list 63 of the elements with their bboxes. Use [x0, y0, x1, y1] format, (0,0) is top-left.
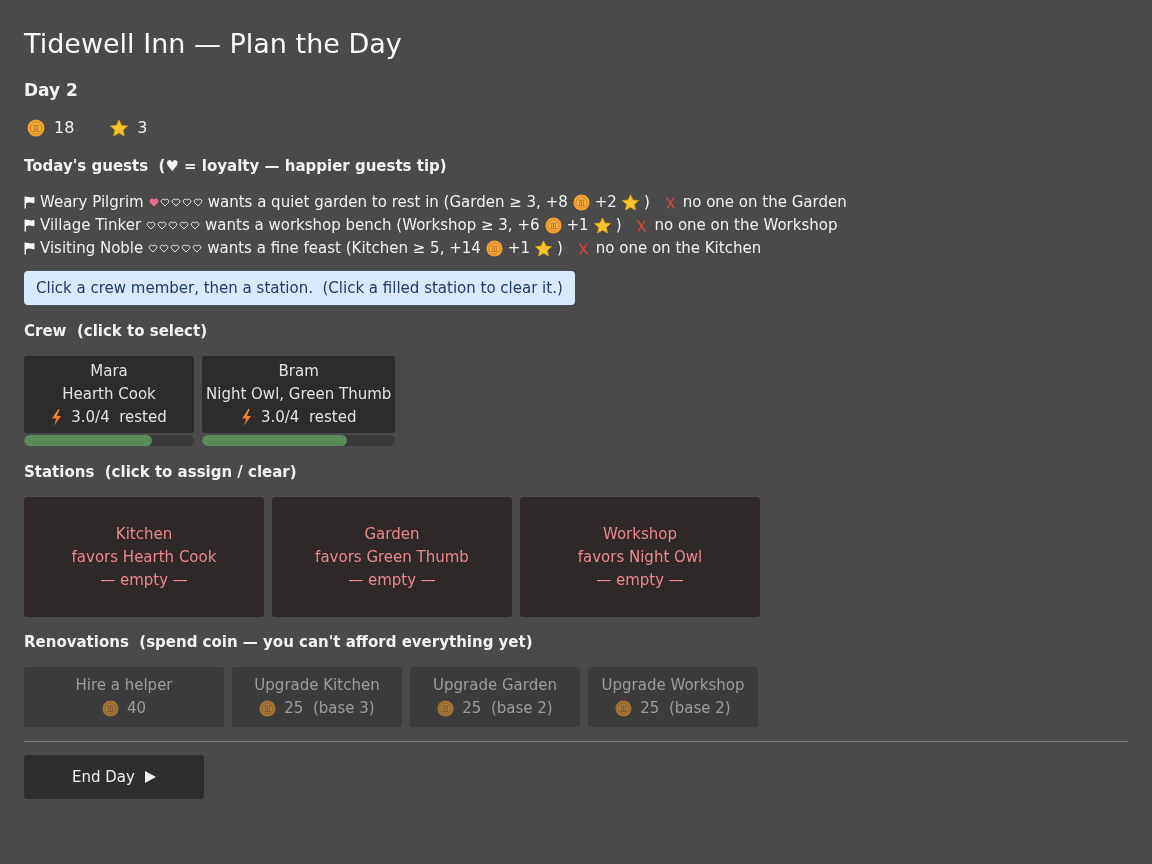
heart-icon [190, 221, 201, 230]
request-text: +2 [594, 192, 617, 213]
coin-icon [437, 700, 455, 717]
request-text: ) [615, 215, 622, 236]
page-title: Tidewell Inn — Plan the Day [24, 27, 403, 61]
request-text: +1 [566, 215, 589, 236]
request-text: +1 [507, 238, 530, 259]
section-heading: Stations (click to assign / clear) [24, 462, 298, 483]
flag-icon [24, 196, 35, 209]
star-icon [621, 194, 639, 211]
star-count: 3 [137, 117, 148, 139]
heart-icon [179, 221, 190, 230]
request-text: wants a quiet garden to rest in (Garden ≥ 3, +8 [207, 192, 568, 213]
flag-icon [24, 242, 35, 255]
crew-card[interactable]: Mara Hearth Cook 3.0/4 rested [24, 356, 194, 433]
heart-icon [181, 244, 192, 253]
lightning-icon [240, 409, 252, 426]
request-text: ) [556, 238, 563, 259]
guest-name: Visiting Noble [40, 238, 144, 259]
crew-card[interactable]: Bram Night Owl, Green Thumb 3.0/4 rested [202, 356, 396, 433]
guest-status: no one on the Kitchen [595, 238, 762, 259]
heart-icon [157, 221, 168, 230]
end-day-button[interactable]: End Day [24, 755, 204, 799]
heart-icon [181, 198, 192, 207]
heart-icon [170, 198, 181, 207]
request-text: wants a workshop bench (Workshop ≥ 3, +6 [205, 215, 540, 236]
coin-icon [485, 240, 503, 257]
star-icon [534, 240, 552, 257]
flag-icon [24, 219, 35, 232]
coin-icon [27, 119, 45, 137]
day-label: Day 2 [24, 79, 79, 102]
heart-icon [148, 198, 159, 207]
heart-icon [170, 244, 181, 253]
coin-icon [101, 700, 119, 717]
request-text: wants a fine feast (Kitchen ≥ 5, +14 [207, 238, 481, 259]
guest-name: Village Tinker [40, 215, 142, 236]
heart-icon [192, 198, 203, 207]
heart-icon [148, 244, 159, 253]
heart-icon [192, 244, 203, 253]
star-icon [110, 119, 129, 137]
guest-name: Weary Pilgrim [40, 192, 144, 213]
coin-icon [572, 194, 590, 211]
section-heading: Today's guests (♥ = loyalty — happier guests tip) [24, 156, 448, 177]
star-icon [593, 217, 611, 234]
station-card[interactable]: Kitchen favors Hearth Cook — empty — [24, 497, 264, 617]
play-icon [144, 771, 156, 783]
heart-icon [159, 198, 170, 207]
heart-icon [159, 244, 170, 253]
coin-icon [615, 700, 633, 717]
coin-icon [544, 217, 562, 234]
station-card[interactable]: Workshop favors Night Owl — empty — [520, 497, 760, 617]
request-text: ) [643, 192, 650, 213]
hint-banner: Click a crew member, then a station. (Click a filled station to clear it.) [24, 271, 575, 305]
heart-icon [168, 221, 179, 230]
guest-status: no one on the Garden [682, 192, 847, 213]
coin-count: 18 [54, 117, 75, 139]
lightning-icon [51, 409, 63, 426]
section-heading: Crew (click to select) [24, 321, 209, 342]
station-card[interactable]: Garden favors Green Thumb — empty — [272, 497, 512, 617]
heart-icon [146, 221, 157, 230]
section-heading: Renovations (spend coin — you can't afford everything yet) [24, 632, 534, 653]
coin-icon [259, 700, 277, 717]
guest-status: no one on the Workshop [654, 215, 838, 236]
